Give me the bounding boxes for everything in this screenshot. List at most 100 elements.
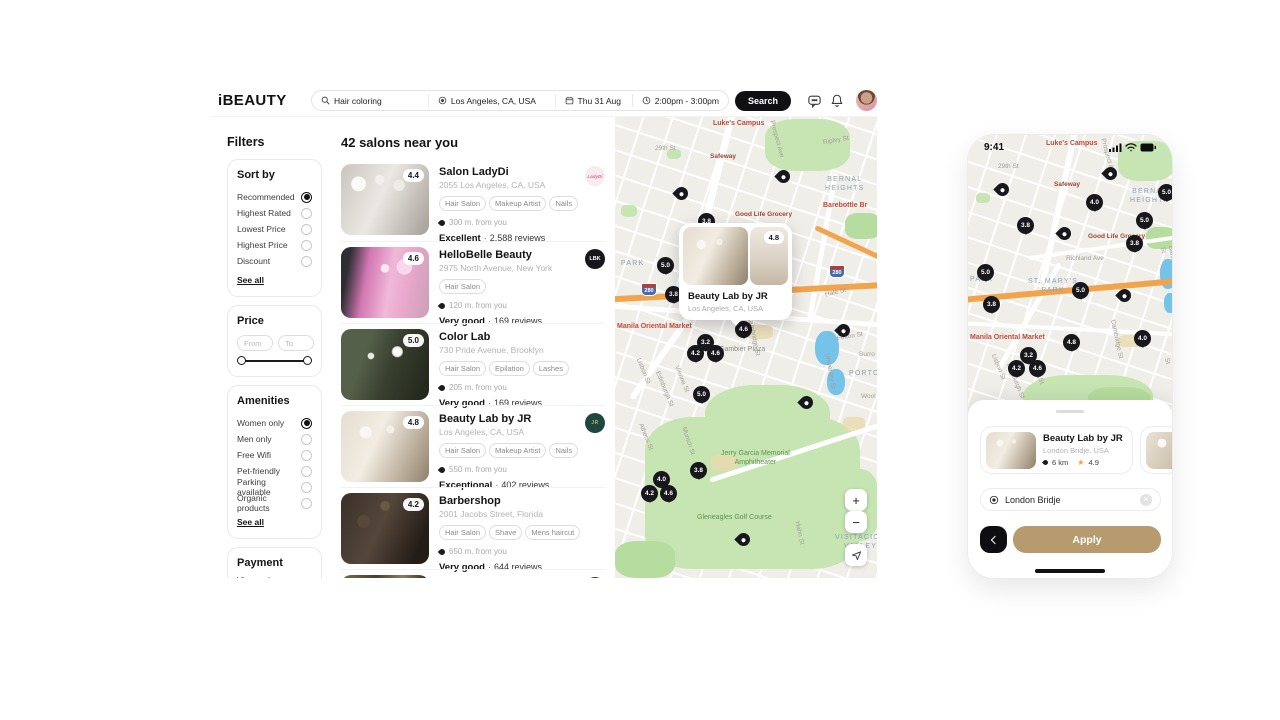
map-pin-rated[interactable]: 5.0 (1158, 184, 1172, 201)
map-pin-rated[interactable]: 4.0 (1086, 194, 1103, 211)
park-area (667, 149, 681, 159)
search-query-field[interactable]: Hair coloring (312, 91, 428, 110)
salon-card[interactable]: 4.2Barbershop2001 Jacobs Street, Florida… (341, 487, 605, 569)
service-tag[interactable]: Hair Salon (439, 361, 486, 376)
radio-selected[interactable] (301, 418, 312, 429)
map-pin-rated[interactable]: 3.8 (1017, 217, 1034, 234)
salon-photo: 4.6 (341, 247, 429, 318)
see-all-link[interactable]: See all (237, 275, 264, 285)
map-pin-rated[interactable]: 5.0 (1072, 282, 1089, 299)
radio-unselected[interactable] (301, 240, 312, 251)
salon-photo (986, 432, 1036, 469)
time-field[interactable]: 2:00pm - 3:00pm (633, 91, 728, 110)
phone-map[interactable]: Luke's Campus29th StSafewayProspect AveB… (968, 135, 1172, 413)
popup-salon-address: Los Angeles, CA, USA (688, 304, 783, 313)
filter-option-discount[interactable]: Discount (237, 253, 312, 269)
bell-icon[interactable] (830, 93, 844, 108)
zoom-in-button[interactable]: + (845, 489, 867, 511)
phone-salon-card-next[interactable] (1140, 426, 1172, 474)
see-all-link[interactable]: See all (237, 517, 264, 527)
service-tag[interactable]: Mens haircut (525, 525, 580, 540)
service-tag[interactable]: Hair Salon (439, 525, 486, 540)
location-field[interactable]: Los Angeles, CA, USA (429, 91, 555, 110)
map-pin-rated[interactable]: 4.8 (1063, 334, 1080, 351)
service-tag[interactable]: Hair Salon (439, 196, 486, 211)
radio-unselected[interactable] (301, 482, 312, 493)
radio-unselected[interactable] (301, 224, 312, 235)
zoom-out-button[interactable]: − (845, 511, 867, 533)
map-pin-rated[interactable]: 4.6 (707, 345, 724, 362)
radio-unselected[interactable] (301, 498, 312, 509)
phone-salon-card[interactable]: Beauty Lab by JR London Bridje, USA 6 km… (980, 426, 1133, 474)
search-button[interactable]: Search (735, 91, 791, 111)
price-slider[interactable] (240, 360, 309, 362)
radio-unselected[interactable] (301, 434, 312, 445)
user-avatar[interactable] (856, 90, 877, 111)
filter-option-visa-and-mastercard[interactable]: Visa and MasterCard (237, 577, 312, 578)
map-pin-rated[interactable]: 5.0 (693, 386, 710, 403)
radio-unselected[interactable] (301, 208, 312, 219)
salon-card[interactable]: 5.0Color Lab730 Pride Avenue, BrooklynHa… (341, 323, 605, 405)
map-pin-rated[interactable]: 4.0 (1134, 330, 1151, 347)
filter-option-lowest-price[interactable]: Lowest Price (237, 221, 312, 237)
filter-option-highest-price[interactable]: Highest Price (237, 237, 312, 253)
map-pin-rated[interactable]: 4.2 (687, 345, 704, 362)
locate-button[interactable] (845, 544, 867, 566)
apply-button[interactable]: Apply (1013, 526, 1161, 553)
back-button[interactable] (980, 526, 1007, 553)
home-indicator[interactable] (1035, 569, 1105, 573)
service-tag[interactable]: Nails (549, 196, 578, 211)
service-tag[interactable]: Makeup Artist (489, 443, 546, 458)
map-pin-rated[interactable]: 4.2 (1008, 360, 1025, 377)
map-pin-rated[interactable]: 4.6 (1029, 360, 1046, 377)
map-pin-rated[interactable]: 3.8 (1126, 235, 1143, 252)
map-pin-rated[interactable]: 3.8 (983, 296, 1000, 313)
filter-option-men-only[interactable]: Men only (237, 431, 312, 447)
service-tag[interactable]: Lashes (533, 361, 569, 376)
service-tag[interactable]: Makeup Artist (489, 196, 546, 211)
filter-option-recommended[interactable]: Recommended (237, 189, 312, 205)
map-popup-card[interactable]: 4.8 Beauty Lab by JR Los Angeles, CA, US… (679, 223, 792, 320)
salon-card[interactable]: 4.4Salon LadyDi2055 Los Angeles, CA, USA… (341, 159, 605, 241)
map-pin[interactable] (672, 184, 690, 202)
salon-card[interactable]: 4.6HelloBelle Beauty2975 North Avenue, N… (341, 241, 605, 323)
distance-pin-icon (438, 383, 446, 391)
radio-selected[interactable] (301, 192, 312, 203)
filter-option-organic-products[interactable]: Organic products (237, 495, 312, 511)
price-slider-handle-min[interactable] (237, 356, 246, 365)
map-pin-rated[interactable]: 4.6 (660, 485, 677, 502)
date-field[interactable]: Thu 31 Aug (556, 91, 632, 110)
price-slider-handle-max[interactable] (303, 356, 312, 365)
salon-distance: 650 m. from you (439, 547, 581, 556)
service-tag[interactable]: Epilation (489, 361, 530, 376)
map-pin[interactable] (1055, 224, 1073, 242)
filter-option-highest-rated[interactable]: Highest Rated (237, 205, 312, 221)
filter-option-women-only[interactable]: Women only (237, 415, 312, 431)
salon-card[interactable]: 4.8Beauty Lab by JRLos Angeles, CA, USAH… (341, 405, 605, 487)
map-pin-rated[interactable]: 5.0 (657, 257, 674, 274)
service-tag[interactable]: Hair Salon (439, 279, 486, 294)
service-tag[interactable]: Shave (489, 525, 522, 540)
filter-card-payment: PaymentVisa and MasterCardDebit cardCash (227, 547, 322, 578)
chat-icon[interactable] (807, 93, 822, 108)
sheet-drag-handle[interactable] (1056, 410, 1084, 413)
water-area (827, 369, 845, 395)
map-pin-rated[interactable]: 5.0 (977, 264, 994, 281)
radio-unselected[interactable] (301, 450, 312, 461)
radio-unselected[interactable] (301, 256, 312, 267)
radio-unselected[interactable] (301, 466, 312, 477)
map-pin-rated[interactable]: 4.2 (641, 485, 658, 502)
clear-input-icon[interactable]: × (1140, 494, 1152, 506)
map-pin[interactable] (993, 180, 1011, 198)
map[interactable]: 280 280 Luke's Campus29th StSafewayProsp… (615, 117, 877, 578)
map-pin-rated[interactable]: 5.0 (1136, 212, 1153, 229)
map-pin-rated[interactable]: 3.8 (690, 462, 707, 479)
service-tag[interactable]: Nails (549, 443, 578, 458)
price-to-input[interactable] (278, 335, 314, 351)
filter-option-free-wifi[interactable]: Free Wifi (237, 447, 312, 463)
service-tag[interactable]: Hair Salon (439, 443, 486, 458)
price-from-input[interactable] (237, 335, 273, 351)
salon-card[interactable]: Barbershop (341, 569, 605, 578)
map-pin[interactable] (1101, 164, 1119, 182)
location-input[interactable]: London Bridje × (980, 488, 1161, 511)
